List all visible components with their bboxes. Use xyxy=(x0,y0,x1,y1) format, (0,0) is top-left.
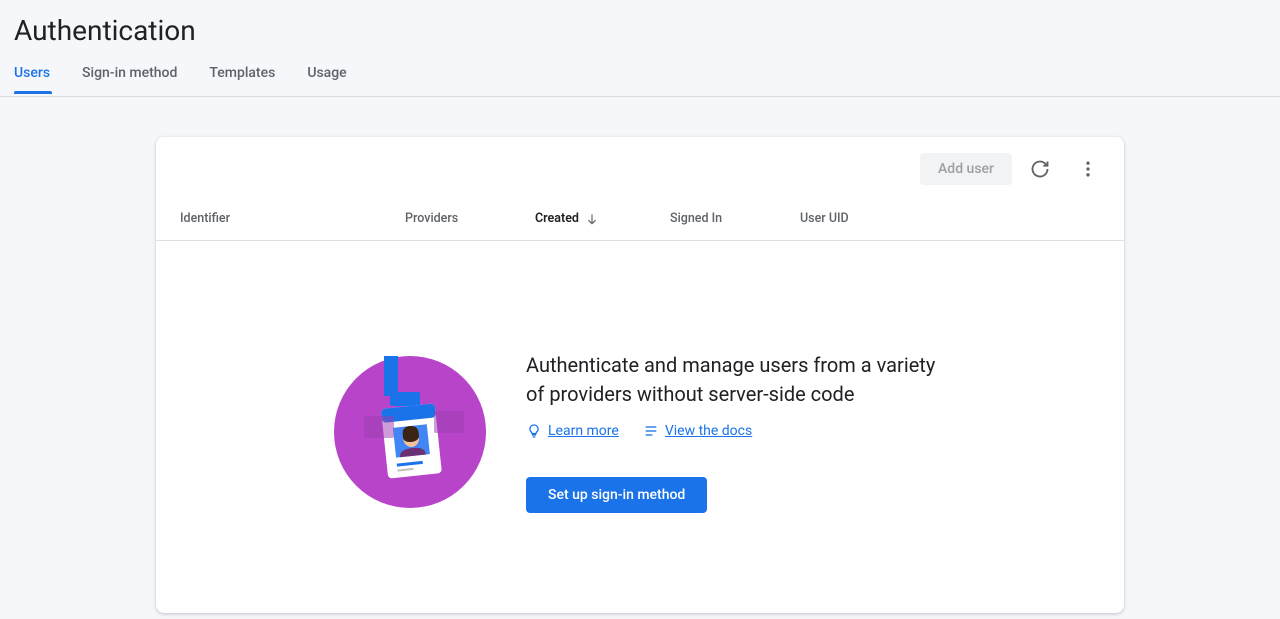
learn-more-link[interactable]: Learn more xyxy=(526,423,619,439)
empty-state-heading: Authenticate and manage users from a var… xyxy=(526,351,946,409)
add-user-button[interactable]: Add user xyxy=(920,153,1012,185)
empty-state-text: Authenticate and manage users from a var… xyxy=(526,351,946,513)
column-created-label: Created xyxy=(535,211,579,226)
learn-more-label: Learn more xyxy=(548,423,619,439)
page-title: Authentication xyxy=(14,14,1266,47)
page-header: Authentication xyxy=(0,0,1280,47)
more-vert-icon xyxy=(1078,159,1098,179)
docs-icon xyxy=(643,423,659,439)
column-signed-in[interactable]: Signed In xyxy=(670,211,800,226)
tab-users[interactable]: Users xyxy=(14,65,50,96)
column-providers[interactable]: Providers xyxy=(405,211,535,226)
tab-usage[interactable]: Usage xyxy=(307,65,346,96)
arrow-down-icon xyxy=(585,212,599,226)
tab-templates[interactable]: Templates xyxy=(209,65,275,96)
users-card: Add user Identifier Providers Created xyxy=(156,137,1124,613)
tab-signin-method[interactable]: Sign-in method xyxy=(82,65,177,96)
table-header: Identifier Providers Created Signed In U… xyxy=(156,197,1124,241)
lightbulb-icon xyxy=(526,423,542,439)
refresh-icon xyxy=(1030,159,1050,179)
more-options-button[interactable] xyxy=(1068,149,1108,189)
card-toolbar: Add user xyxy=(156,137,1124,197)
empty-state-links: Learn more View the docs xyxy=(526,423,946,439)
refresh-button[interactable] xyxy=(1020,149,1060,189)
view-docs-label: View the docs xyxy=(665,423,752,439)
column-created[interactable]: Created xyxy=(535,211,670,226)
column-user-uid[interactable]: User UID xyxy=(800,211,1100,226)
tabs: Users Sign-in method Templates Usage xyxy=(0,65,1280,97)
column-identifier[interactable]: Identifier xyxy=(180,211,405,226)
main-content: Add user Identifier Providers Created xyxy=(0,97,1280,613)
empty-state: Authenticate and manage users from a var… xyxy=(156,241,1124,613)
badge-illustration xyxy=(334,356,486,508)
setup-signin-button[interactable]: Set up sign-in method xyxy=(526,477,707,513)
view-docs-link[interactable]: View the docs xyxy=(643,423,752,439)
